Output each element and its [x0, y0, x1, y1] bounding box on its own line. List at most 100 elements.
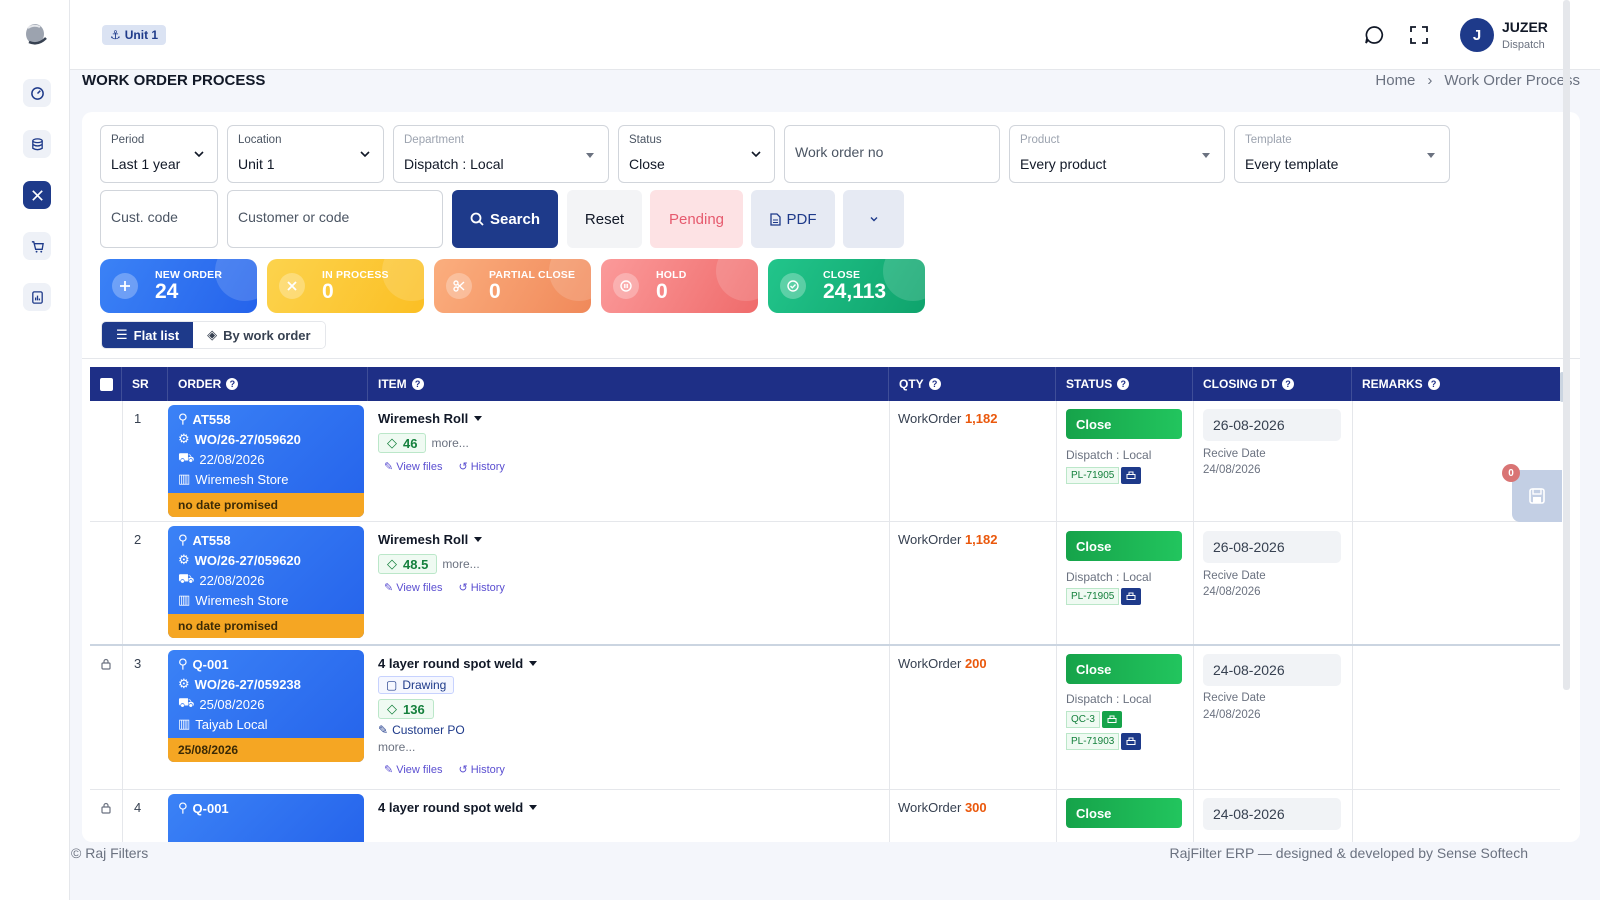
checkbox[interactable] [100, 377, 113, 391]
status-button[interactable]: Close [1066, 654, 1182, 684]
table-row[interactable]: 1 ⚲ AT558 ⚙ WO/26-27/059620 ⛟ 22/08/2026 ▥ W… [90, 401, 1560, 522]
qty-cell: WorkOrder 200 [898, 656, 987, 671]
tab-flat-list[interactable]: ☰ Flat list [102, 322, 194, 348]
fullscreen-icon[interactable] [1408, 24, 1430, 46]
help-icon[interactable]: ? [928, 378, 941, 390]
reset-button[interactable]: Reset [567, 190, 642, 248]
help-icon[interactable]: ? [1282, 378, 1294, 390]
search-button[interactable]: Search [452, 190, 558, 248]
help-icon[interactable]: ? [411, 378, 424, 390]
price-tag: ◇ 46 [378, 433, 427, 453]
more-link[interactable]: more... [431, 436, 468, 450]
view-files-link[interactable]: ✎ View files [384, 763, 442, 777]
location-select[interactable]: Location Unit 1 [227, 125, 384, 183]
chat-icon[interactable] [1363, 24, 1385, 46]
cust-code-input[interactable]: Cust. code [100, 190, 218, 248]
row-sr: 2 [134, 532, 142, 547]
order-card[interactable]: ⚲ Q-001 ⚙ WO/26-27/059238 ⛟ 25/08/2026 ▥ Tai… [168, 650, 364, 762]
unit-chip[interactable]: ⚓ Unit 1 [102, 25, 167, 45]
price-value: 48.5 [403, 556, 429, 572]
pdf-button[interactable]: PDF [751, 190, 835, 248]
more-options-button[interactable] [843, 190, 904, 248]
item-name[interactable]: Wiremesh Roll [378, 532, 483, 547]
more-link[interactable]: more... [442, 557, 479, 571]
status-select[interactable]: Status Close [618, 125, 775, 183]
report-nav-button[interactable] [23, 283, 51, 311]
dashboard-nav-button[interactable] [23, 79, 51, 107]
work-order-no-input[interactable]: Work order no [784, 125, 1000, 183]
table-row[interactable]: 4 ⚲ Q-001 4 layer round spot weld WorkOrd… [90, 790, 1560, 842]
order-card[interactable]: ⚲ AT558 ⚙ WO/26-27/059620 ⛟ 22/08/2026 ▥ Wir… [168, 526, 364, 638]
print-icon[interactable] [1121, 733, 1142, 750]
breadcrumb-home[interactable]: Home [1375, 72, 1415, 89]
table-row[interactable]: 2 ⚲ AT558 ⚙ WO/26-27/059620 ⛟ 22/08/2026 ▥ W… [90, 522, 1560, 646]
tab-by-work-order[interactable]: ◈ By work order [193, 322, 325, 348]
item-name[interactable]: Wiremesh Roll [378, 411, 483, 426]
floating-save-button[interactable] [1512, 470, 1562, 522]
receive-date-label: Recive Date [1203, 692, 1266, 704]
stat-partial-close[interactable]: PARTIAL CLOSE 0 [434, 259, 591, 313]
select-all-checkbox[interactable] [90, 367, 122, 401]
tab-by-work-order-label: By work order [223, 327, 311, 343]
stat-in-process[interactable]: IN PROCESS 0 [267, 259, 424, 313]
history-link[interactable]: ↺ History [458, 581, 504, 595]
period-select[interactable]: Period Last 1 year [100, 125, 218, 183]
paperclip-icon: ✎ [384, 764, 394, 776]
th-order[interactable]: ORDER? [168, 367, 368, 401]
promise-date: no date promised [168, 493, 364, 517]
closing-date-field[interactable]: 24-08-2026 [1203, 798, 1341, 830]
department-select[interactable]: Department Dispatch : Local [393, 125, 609, 183]
product-select[interactable]: Product Every product [1009, 125, 1225, 183]
help-icon[interactable]: ? [1117, 378, 1130, 390]
layers-icon: ◈ [207, 327, 218, 342]
pending-button[interactable]: Pending [650, 190, 743, 248]
drawing-chip[interactable]: ▢ Drawing [378, 676, 455, 694]
view-files-link[interactable]: ✎ View files [384, 460, 442, 474]
closing-date-field[interactable]: 26-08-2026 [1203, 531, 1341, 563]
history-link[interactable]: ↺ History [458, 460, 504, 474]
stat-hold[interactable]: HOLD 0 [601, 259, 758, 313]
th-qty-label: QTY [899, 377, 924, 391]
item-name[interactable]: 4 layer round spot weld [378, 800, 538, 815]
print-icon[interactable] [1121, 588, 1142, 605]
th-closing-dt[interactable]: CLOSING DT? [1193, 367, 1352, 401]
help-icon[interactable]: ? [1427, 378, 1440, 390]
tools-nav-button[interactable] [23, 181, 51, 209]
customer-input[interactable]: Customer or code [227, 190, 443, 248]
history-link[interactable]: ↺ History [458, 763, 504, 777]
th-remarks[interactable]: REMARKS? [1352, 367, 1530, 401]
user-avatar[interactable]: J [1460, 18, 1494, 52]
customer-po-link[interactable]: ✎ Customer PO [378, 723, 465, 737]
print-icon[interactable] [1101, 711, 1122, 728]
customer-po-label: Customer PO [392, 723, 465, 737]
cart-nav-button[interactable] [23, 232, 51, 260]
order-card[interactable]: ⚲ Q-001 [168, 794, 364, 842]
th-sr[interactable]: SR [122, 367, 168, 401]
receive-date-label: Recive Date [1203, 448, 1266, 460]
page-scrollbar[interactable] [1563, 0, 1570, 690]
stat-new-order[interactable]: NEW ORDER 24 [100, 259, 257, 313]
closing-date-field[interactable]: 24-08-2026 [1203, 654, 1341, 686]
table-row[interactable]: 3 ⚲ Q-001 ⚙ WO/26-27/059238 ⛟ 25/08/2026 ▥ T… [90, 646, 1560, 790]
stat-close[interactable]: CLOSE 24,113 [768, 259, 925, 313]
status-button[interactable]: Close [1066, 531, 1182, 561]
file-icon: ▢ [386, 678, 398, 692]
th-qty[interactable]: QTY? [889, 367, 1056, 401]
database-nav-button[interactable] [23, 130, 51, 158]
th-item[interactable]: ITEM? [368, 367, 889, 401]
status-button[interactable]: Close [1066, 798, 1182, 828]
template-select[interactable]: Template Every template [1234, 125, 1450, 183]
status-department: Dispatch : Local [1066, 692, 1152, 706]
th-status[interactable]: STATUS? [1056, 367, 1193, 401]
item-name[interactable]: 4 layer round spot weld [378, 656, 538, 671]
th-remarks-label: REMARKS [1362, 377, 1423, 391]
app-logo[interactable] [24, 22, 48, 48]
more-link[interactable]: more... [378, 740, 415, 754]
status-button[interactable]: Close [1066, 409, 1182, 439]
period-value: Last 1 year [111, 156, 181, 172]
order-card[interactable]: ⚲ AT558 ⚙ WO/26-27/059620 ⛟ 22/08/2026 ▥ Wir… [168, 405, 364, 517]
closing-date-field[interactable]: 26-08-2026 [1203, 409, 1341, 441]
view-files-link[interactable]: ✎ View files [384, 581, 442, 595]
help-icon[interactable]: ? [226, 378, 239, 390]
print-icon[interactable] [1121, 467, 1142, 484]
